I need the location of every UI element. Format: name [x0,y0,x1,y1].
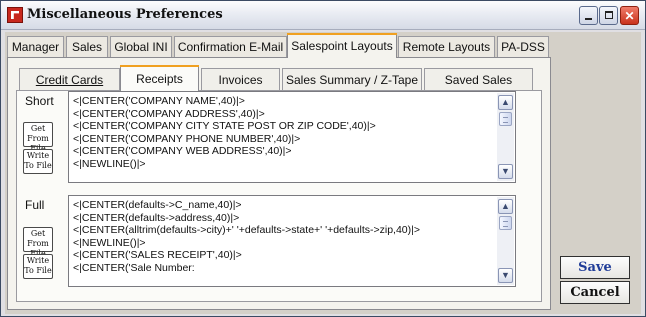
short-write-to-file-button[interactable]: Write To File [23,149,53,174]
text-line: <|CENTER('COMPANY CITY STATE POST OR ZIP… [73,120,376,133]
subtab-saved-sales[interactable]: Saved Sales [424,68,533,90]
full-write-to-file-button[interactable]: Write To File [23,254,53,279]
text-line: <|NEWLINE()|> [73,236,146,249]
app-icon [7,7,23,23]
scroll-down-icon[interactable]: ▼ [498,268,513,283]
subtab-invoices[interactable]: Invoices [201,68,280,90]
short-scrollbar[interactable]: ▲ ▼ [497,93,514,181]
tab-remote-layouts[interactable]: Remote Layouts [398,36,495,57]
scroll-thumb[interactable] [499,112,512,126]
tab-pa-dss[interactable]: PA-DSS [497,36,549,57]
scroll-thumb[interactable] [499,216,512,230]
text-line: <|CENTER(defaults->address,40)|> [73,211,240,224]
short-receipt-lines: <|CENTER('COMPANY NAME',40)|> <|CENTER('… [73,95,491,171]
preferences-window: Miscellaneous Preferences ✕ Manager Sale… [0,0,646,317]
tab-sales[interactable]: Sales [66,36,108,57]
tab-confirmation-email[interactable]: Confirmation E-Mail [174,36,287,57]
receipts-panel: Short Get From File Write To File <|CENT… [16,90,542,302]
title-bar[interactable]: Miscellaneous Preferences ✕ [1,1,645,30]
text-line: <|CENTER('Sale Number: [73,261,195,274]
scroll-up-icon[interactable]: ▲ [498,199,513,214]
text-line: <|CENTER('SALES RECEIPT',40)|> [73,249,242,262]
text-line: <|CENTER('COMPANY NAME',40)|> [73,95,245,107]
subtab-credit-cards[interactable]: Credit Cards [19,68,120,90]
subtab-receipts[interactable]: Receipts [120,65,199,91]
short-label: Short [25,94,54,108]
full-receipt-textarea[interactable]: <|CENTER(defaults->C_name,40)|> <|CENTER… [68,195,516,287]
full-scrollbar[interactable]: ▲ ▼ [497,197,514,285]
tab-salespoint-layouts[interactable]: Salespoint Layouts [287,33,397,58]
text-line: <|CENTER('COMPANY ADDRESS',40)|> [73,107,265,120]
cancel-button[interactable]: Cancel [560,281,630,304]
close-icon: ✕ [624,8,635,23]
subtab-credit-cards-label: Credit Cards [35,72,104,87]
salespoint-layouts-panel: Credit Cards Receipts Invoices Sales Sum… [7,57,551,310]
text-line: <|NEWLINE()|> [73,157,146,170]
maximize-icon [605,11,613,19]
tab-global-ini[interactable]: Global INI [110,36,172,57]
window-client-area: Manager Sales Global INI Confirmation E-… [5,32,641,314]
text-line: <|CENTER(defaults->C_name,40)|> [73,199,242,211]
scroll-up-icon[interactable]: ▲ [498,95,513,110]
text-line: <|CENTER(alltrim(defaults->city)+' '+def… [73,224,420,237]
tab-manager[interactable]: Manager [7,36,64,57]
short-receipt-textarea[interactable]: <|CENTER('COMPANY NAME',40)|> <|CENTER('… [68,91,516,183]
maximize-button[interactable] [599,6,618,25]
short-get-from-file-button[interactable]: Get From File [23,122,53,153]
full-receipt-lines: <|CENTER(defaults->C_name,40)|> <|CENTER… [73,199,491,275]
scroll-down-icon[interactable]: ▼ [498,164,513,179]
subtab-sales-summary[interactable]: Sales Summary / Z-Tape [282,68,422,90]
text-line: <|CENTER('COMPANY WEB ADDRESS',40)|> [73,145,292,158]
full-label: Full [25,198,45,212]
window-title: Miscellaneous Preferences [27,7,223,22]
minimize-icon [585,18,592,20]
save-button[interactable]: Save [560,256,630,279]
text-line: <|CENTER('COMPANY PHONE NUMBER',40)|> [73,132,301,145]
close-button[interactable]: ✕ [620,6,639,25]
full-get-from-file-button[interactable]: Get From File [23,227,53,258]
minimize-button[interactable] [579,6,598,25]
